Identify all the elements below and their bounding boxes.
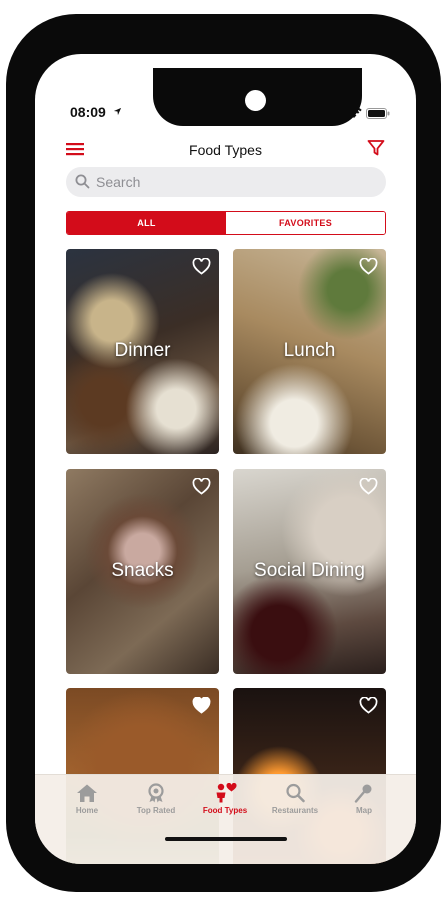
status-time: 08:09 [70,104,106,120]
tab-label: Food Types [202,806,248,815]
tab-top-rated[interactable]: Top Rated [121,783,191,815]
tab-label: Top Rated [136,806,176,815]
search-bar[interactable] [66,167,386,197]
battery-icon [366,108,390,119]
heart-outline-icon[interactable] [359,478,378,495]
tab-label: Map [356,806,372,815]
food-type-card-dinner[interactable]: Dinner [66,249,219,454]
search-input[interactable] [96,167,366,197]
tab-restaurants[interactable]: Restaurants [260,783,330,815]
food-type-card-snacks[interactable]: Snacks [66,469,219,674]
filter-icon[interactable] [367,139,385,157]
heart-outline-icon[interactable] [192,258,211,275]
tab-map[interactable]: Map [329,783,399,815]
heart-outline-icon[interactable] [192,478,211,495]
search-icon [286,783,305,803]
phone-frame: 08:09 Food Types ALL FAVORITES Dinner Lu… [6,14,441,892]
heart-outline-icon[interactable] [359,258,378,275]
award-icon [148,783,164,803]
card-label: Dinner [114,340,171,361]
home-icon [77,784,97,802]
food-type-card-social-dining[interactable]: Social Dining [233,469,386,674]
food-types-icon [216,783,237,803]
tab-bar: Home Top Rated Food Types Restaurants Ma… [35,774,416,864]
segment-all[interactable]: ALL [67,212,226,234]
heart-outline-icon[interactable] [359,697,378,714]
tab-food-types[interactable]: Food Types [190,783,260,815]
card-label: Lunch [283,340,336,361]
app-screen: 08:09 Food Types ALL FAVORITES Dinner Lu… [35,54,416,864]
map-pin-icon [354,784,372,803]
heart-filled-icon[interactable] [192,697,211,714]
nav-bar: Food Types [35,139,416,165]
segmented-control: ALL FAVORITES [66,211,386,235]
food-type-card-lunch[interactable]: Lunch [233,249,386,454]
location-arrow-icon [113,107,122,116]
page-title: Food Types [189,142,262,158]
camera-icon [245,90,266,111]
card-label: Social Dining [254,560,365,581]
card-label: Snacks [111,560,174,581]
tab-label: Restaurants [271,806,319,815]
home-indicator [165,837,287,841]
segment-favorites[interactable]: FAVORITES [226,212,385,234]
tab-home[interactable]: Home [52,783,122,815]
tab-label: Home [75,806,99,815]
search-icon [75,174,90,189]
